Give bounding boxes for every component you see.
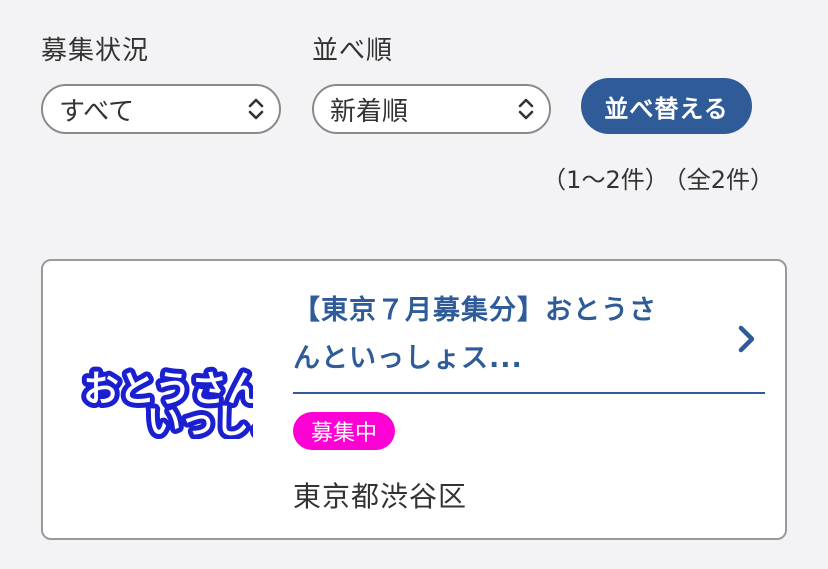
status-filter-label: 募集状況	[41, 36, 150, 66]
result-total: （全2件）	[674, 166, 774, 194]
status-badge: 募集中	[293, 412, 396, 450]
sort-order-select[interactable]: 新着順	[312, 84, 551, 134]
sort-order-label: 並べ順	[312, 36, 394, 66]
result-count: （1～2件） （全2件）	[542, 160, 774, 195]
up-down-chevron-icon	[518, 98, 534, 120]
listing-logo: おとうさんと いっしょ おとうさんと いっしょ	[79, 364, 253, 439]
status-select-value: すべて	[59, 96, 135, 127]
page: 募集状況 並べ順 すべて 新着順 並べ替える （1～2件） （全2件） おとうさん…	[0, 0, 828, 569]
result-range: （1～2件）	[542, 166, 669, 194]
sort-button[interactable]: 並べ替える	[581, 78, 752, 134]
up-down-chevron-icon	[248, 98, 264, 120]
listing-card[interactable]: おとうさんと いっしょ おとうさんと いっしょ 【東京７月募集分】おとうさ んと…	[41, 259, 787, 540]
card-divider	[293, 392, 765, 394]
listing-location: 東京都渋谷区	[293, 480, 468, 513]
listing-title-line: んといっしょス...	[293, 343, 523, 374]
chevron-right-icon[interactable]	[735, 323, 759, 355]
svg-text:いっしょ: いっしょ	[147, 402, 253, 439]
listing-title-line: 【東京７月募集分】おとうさ	[293, 295, 657, 326]
status-select[interactable]: すべて	[41, 84, 281, 134]
listing-title[interactable]: 【東京７月募集分】おとうさ んといっしょス...	[293, 287, 723, 383]
sort-order-select-value: 新着順	[330, 96, 409, 127]
